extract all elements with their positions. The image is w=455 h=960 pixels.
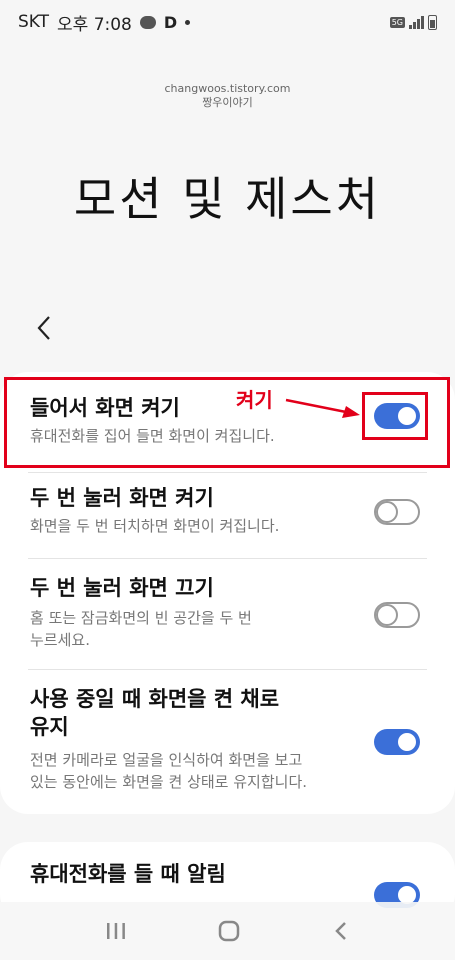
chevron-left-icon xyxy=(37,316,50,340)
status-bar: SKT 오후 7:08 D 5G xyxy=(0,0,455,44)
setting-title: 두 번 눌러 화면 끄기 xyxy=(30,576,214,600)
app-notification-icon: D xyxy=(163,12,178,32)
watermark-blog-name: 짱우이야기 xyxy=(202,96,253,109)
setting-title: 두 번 눌러 화면 켜기 xyxy=(30,486,214,510)
double-tap-on-toggle[interactable] xyxy=(374,499,420,525)
annotation-label: 켜기 xyxy=(236,388,273,412)
watermark: changwoos.tistory.com 짱우이야기 xyxy=(0,82,455,110)
annotation-arrow-icon xyxy=(285,398,360,418)
setting-row-double-tap-off[interactable]: 두 번 눌러 화면 끄기 홈 또는 잠금화면의 빈 공간을 두 번 누르세요. xyxy=(0,558,455,668)
more-notifications-icon xyxy=(185,19,191,25)
back-nav-icon[interactable] xyxy=(331,919,351,943)
network-5g-icon: 5G xyxy=(389,16,405,28)
setting-description: 화면을 두 번 터치하면 화면이 켜집니다. xyxy=(30,517,280,535)
back-button[interactable] xyxy=(24,308,64,348)
battery-icon xyxy=(428,14,437,30)
keep-screen-on-toggle[interactable] xyxy=(374,729,420,755)
toggle-highlight-box xyxy=(362,392,428,440)
setting-description: 전면 카메라로 얼굴을 인식하여 화면을 보고 xyxy=(30,751,303,769)
watermark-url: changwoos.tistory.com xyxy=(164,82,291,95)
status-time: 오후 7:08 xyxy=(57,14,132,35)
setting-description: 누르세요. xyxy=(30,631,90,649)
setting-title: 휴대전화를 들 때 알림 xyxy=(30,862,226,886)
setting-row-double-tap-on[interactable]: 두 번 눌러 화면 켜기 화면을 두 번 터치하면 화면이 켜집니다. xyxy=(0,472,455,560)
carrier-label: SKT xyxy=(18,12,50,32)
page-title: 모션 및 제스처 xyxy=(73,172,382,226)
setting-description: 홈 또는 잠금화면의 빈 공간을 두 번 xyxy=(30,609,252,627)
navigation-bar xyxy=(0,902,455,960)
recent-apps-icon[interactable] xyxy=(104,920,128,942)
setting-title: 사용 중일 때 화면을 켠 채로 xyxy=(30,687,280,711)
setting-title: 유지 xyxy=(30,715,69,739)
double-tap-off-toggle[interactable] xyxy=(374,602,420,628)
home-icon[interactable] xyxy=(216,918,242,944)
setting-description: 있는 동안에는 화면을 켠 상태로 유지합니다. xyxy=(30,773,308,791)
chat-bubble-icon xyxy=(139,15,156,29)
signal-strength-icon xyxy=(409,15,424,29)
setting-row-keep-screen-on[interactable]: 사용 중일 때 화면을 켠 채로 유지 전면 카메라로 얼굴을 인식하여 화면을… xyxy=(0,669,455,809)
